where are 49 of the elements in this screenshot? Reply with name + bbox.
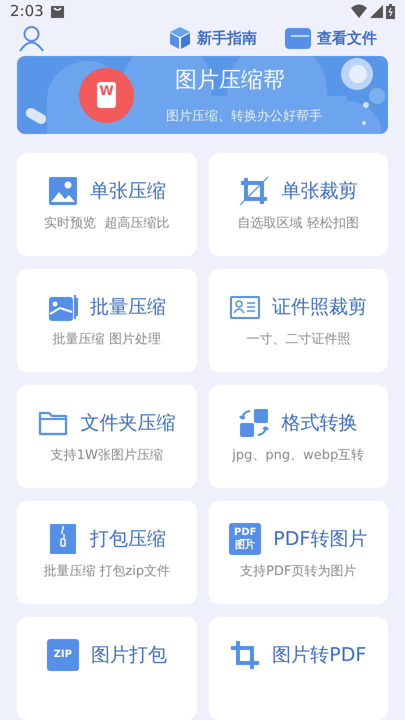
photos-icon <box>48 292 78 322</box>
feature-card[interactable]: 批量压缩 批量压缩 图片处理 <box>17 269 196 372</box>
card-title: 图片打包 <box>90 642 167 668</box>
notification-icon <box>50 4 65 19</box>
feature-card[interactable]: 文件夹压缩 支持1W张图片压缩 <box>17 385 196 488</box>
card-title: 格式转换 <box>281 410 358 436</box>
crop-icon <box>230 640 260 670</box>
signal-icon <box>370 4 383 18</box>
feature-card[interactable]: ZIP 图片打包 <box>17 617 196 720</box>
card-subtitle: 批量压缩 打包zip文件 <box>43 563 170 581</box>
card-title: 图片转PDF <box>272 642 366 668</box>
folder-icon <box>285 28 311 49</box>
cube-icon <box>169 26 191 50</box>
card-subtitle: 自选取区域 轻松扣图 <box>238 215 359 233</box>
icon-label: ZIP <box>54 650 72 660</box>
feature-card[interactable]: 格式转换 jpg、png、webp互转 <box>208 385 388 488</box>
banner-subtitle: 图片压缩、转换办公好帮手 <box>166 108 322 126</box>
feature-card[interactable]: PDF 图片 PDF转图片 支持PDF页转为图片 <box>208 501 388 604</box>
feature-card[interactable]: 证件照裁剪 一寸、二寸证件照 <box>208 269 388 372</box>
status-time: 2:03 <box>10 1 44 22</box>
feature-card[interactable]: 单张裁剪 自选取区域 轻松扣图 <box>208 153 388 256</box>
card-title: 文件夹压缩 <box>80 410 176 436</box>
zipper-file-icon <box>48 524 78 554</box>
card-title: 单张裁剪 <box>281 178 358 204</box>
battery-icon <box>386 4 395 19</box>
feature-card[interactable]: 图片转PDF <box>208 617 388 720</box>
card-subtitle: jpg、png、webp互转 <box>232 447 364 465</box>
feature-card[interactable]: 单张压缩 实时预览 超高压缩比 <box>17 153 196 256</box>
guide-button[interactable]: 新手指南 <box>169 26 257 50</box>
card-title: 证件照裁剪 <box>272 294 367 320</box>
card-subtitle: 支持1W张图片压缩 <box>50 447 163 465</box>
card-subtitle: 一寸、二寸证件照 <box>246 331 350 349</box>
icon-label: PDF <box>234 528 256 538</box>
image-icon <box>48 176 78 206</box>
convert-icon <box>239 408 270 438</box>
card-title: 批量压缩 <box>90 294 166 320</box>
banner-title: 图片压缩帮 <box>175 66 285 95</box>
user-icon[interactable] <box>18 24 45 52</box>
card-subtitle: 实时预览 超高压缩比 <box>44 215 170 233</box>
feature-card[interactable]: 打包压缩 批量压缩 打包zip文件 <box>17 501 196 604</box>
crop-icon <box>239 176 270 206</box>
card-subtitle: 支持PDF页转为图片 <box>240 563 356 581</box>
icon-label: 图片 <box>235 540 256 550</box>
card-title: 单张压缩 <box>90 178 166 204</box>
card-title: 打包压缩 <box>90 526 166 552</box>
files-button[interactable]: 查看文件 <box>285 27 377 50</box>
card-title: PDF转图片 <box>273 526 368 552</box>
wifi-icon <box>351 4 367 18</box>
card-subtitle: 批量压缩 图片处理 <box>52 331 161 349</box>
